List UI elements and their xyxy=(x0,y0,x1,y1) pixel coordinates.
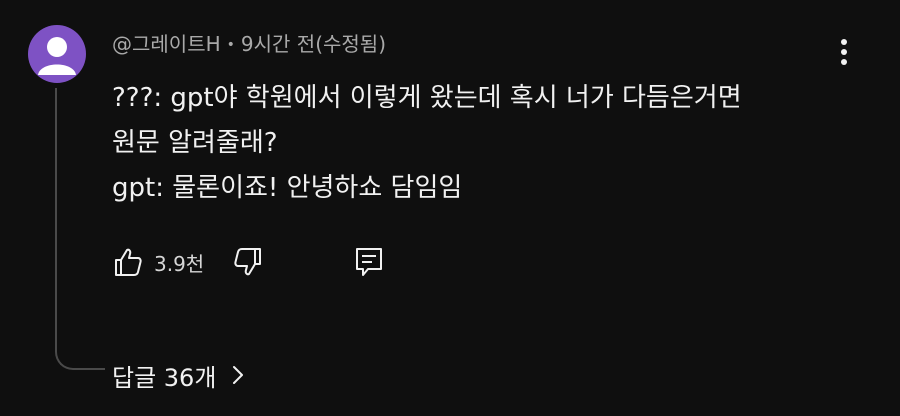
replies-label: 답글 36개 xyxy=(112,363,217,392)
thumbs-up-icon xyxy=(115,248,142,276)
separator-dot: • xyxy=(226,37,235,53)
comment-line: ???: gpt야 학원에서 이렇게 왔는데 혹시 너가 다듬은거면 xyxy=(112,83,742,113)
dislike-button[interactable] xyxy=(232,246,264,278)
thread-connector-line xyxy=(55,88,105,370)
comment-thread: @그레이트H • 9시간 전(수정됨) ???: gpt야 학원에서 이렇게 왔는데… xyxy=(0,0,900,416)
comment-header: @그레이트H • 9시간 전(수정됨) xyxy=(112,30,386,59)
timestamp[interactable]: 9시간 전(수정됨) xyxy=(241,32,386,56)
reply-comment-icon xyxy=(356,248,383,276)
comment-actions: 3.9천 xyxy=(112,242,384,282)
comment-line: gpt: 물론이죠! 안녕하쇼 담임임 xyxy=(112,173,463,203)
comment-text: ???: gpt야 학원에서 이렇게 왔는데 혹시 너가 다듬은거면 원문 알려… xyxy=(112,76,832,211)
view-replies-button[interactable]: 답글 36개 xyxy=(112,357,244,393)
comment-line: 원문 알려줄래? xyxy=(112,128,278,158)
like-button[interactable]: 3.9천 xyxy=(112,246,204,278)
more-vert-icon xyxy=(841,39,847,65)
avatar[interactable] xyxy=(28,25,86,83)
like-count: 3.9천 xyxy=(154,251,205,276)
more-options-button[interactable] xyxy=(830,34,858,70)
author-handle[interactable]: @그레이트H xyxy=(112,32,221,56)
thumbs-down-icon xyxy=(234,248,262,276)
default-avatar-icon xyxy=(38,37,76,75)
chevron-right-icon xyxy=(232,365,244,385)
reply-button[interactable] xyxy=(354,246,384,278)
